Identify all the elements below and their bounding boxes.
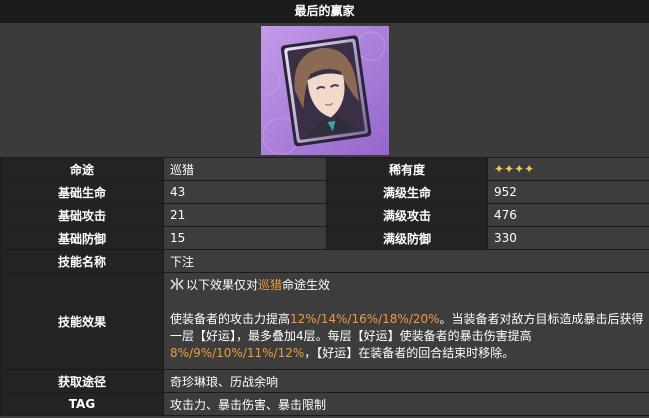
base-def-value: 15 [163, 226, 327, 250]
tag-label: TAG [0, 392, 164, 416]
max-hp-label: 满级生命 [326, 180, 488, 204]
effect-line-2: 一层【好运】，最多叠加4层。每层【好运】使装备者的暴击伤害提高 [170, 329, 532, 343]
table-row: 基础生命 43 满级生命 952 [0, 180, 649, 204]
path-note: 以下效果仅对巡猎命途生效 [170, 277, 643, 294]
table-row: 基础防御 15 满级防御 330 [0, 226, 649, 250]
max-def-label: 满级防御 [326, 226, 488, 250]
table-row: 命途 巡猎 稀有度 ✦✦✦✦ [0, 157, 649, 181]
table-row: TAG 攻击力、暴击伤害、暴击限制 [0, 392, 649, 416]
table-row: 技能名称 下注 [0, 249, 649, 273]
source-value: 奇珍琳琅、历战余响 [163, 369, 649, 393]
skill-effect-value: 以下效果仅对巡猎命途生效 使装备者的攻击力提高12%/14%/16%/18%/2… [163, 272, 649, 370]
effect-line-3: 8%/9%/10%/11%/12%，【好运】在装备者的回合结束时移除。 [170, 346, 515, 360]
skill-name-value: 下注 [163, 249, 649, 273]
effect-line-1: 使装备者的攻击力提高12%/14%/16%/18%/20%。当装备者对敌方目标造… [170, 312, 644, 326]
base-hp-label: 基础生命 [0, 180, 164, 204]
rarity-stars-icon: ✦✦✦✦ [494, 162, 535, 176]
page-title: 最后的赢家 [0, 0, 649, 24]
rarity-value: ✦✦✦✦ [487, 157, 649, 181]
tag-value: 攻击力、暴击伤害、暴击限制 [163, 392, 649, 416]
image-area [0, 23, 649, 158]
max-def-value: 330 [487, 226, 649, 250]
base-hp-value: 43 [163, 180, 327, 204]
max-atk-label: 满级攻击 [326, 203, 488, 227]
table-row: 获取途径 奇珍琳琅、历战余响 [0, 369, 649, 393]
table-row: 基础攻击 21 满级攻击 476 [0, 203, 649, 227]
max-hp-value: 952 [487, 180, 649, 204]
source-label: 获取途径 [0, 369, 164, 393]
skill-name-label: 技能名称 [0, 249, 164, 273]
rarity-label: 稀有度 [326, 157, 488, 181]
max-atk-value: 476 [487, 203, 649, 227]
base-atk-label: 基础攻击 [0, 203, 164, 227]
table-row: 技能效果 以下效果仅对巡猎命途生效 使装备者的攻击力提高12%/14%/16%/… [0, 272, 649, 370]
path-value: 巡猎 [163, 157, 327, 181]
base-atk-value: 21 [163, 203, 327, 227]
lightcone-portrait-image [261, 26, 389, 155]
skill-effect-label: 技能效果 [0, 272, 164, 370]
base-def-label: 基础防御 [0, 226, 164, 250]
lightcone-card: 最后的赢家 命途 巡猎 稀有度 ✦✦✦✦ 基础生命 43 满级生命 952 基础… [0, 0, 649, 418]
info-table: 命途 巡猎 稀有度 ✦✦✦✦ 基础生命 43 满级生命 952 基础攻击 21 … [0, 157, 649, 416]
path-label: 命途 [0, 157, 164, 181]
hunt-path-icon [170, 278, 184, 290]
